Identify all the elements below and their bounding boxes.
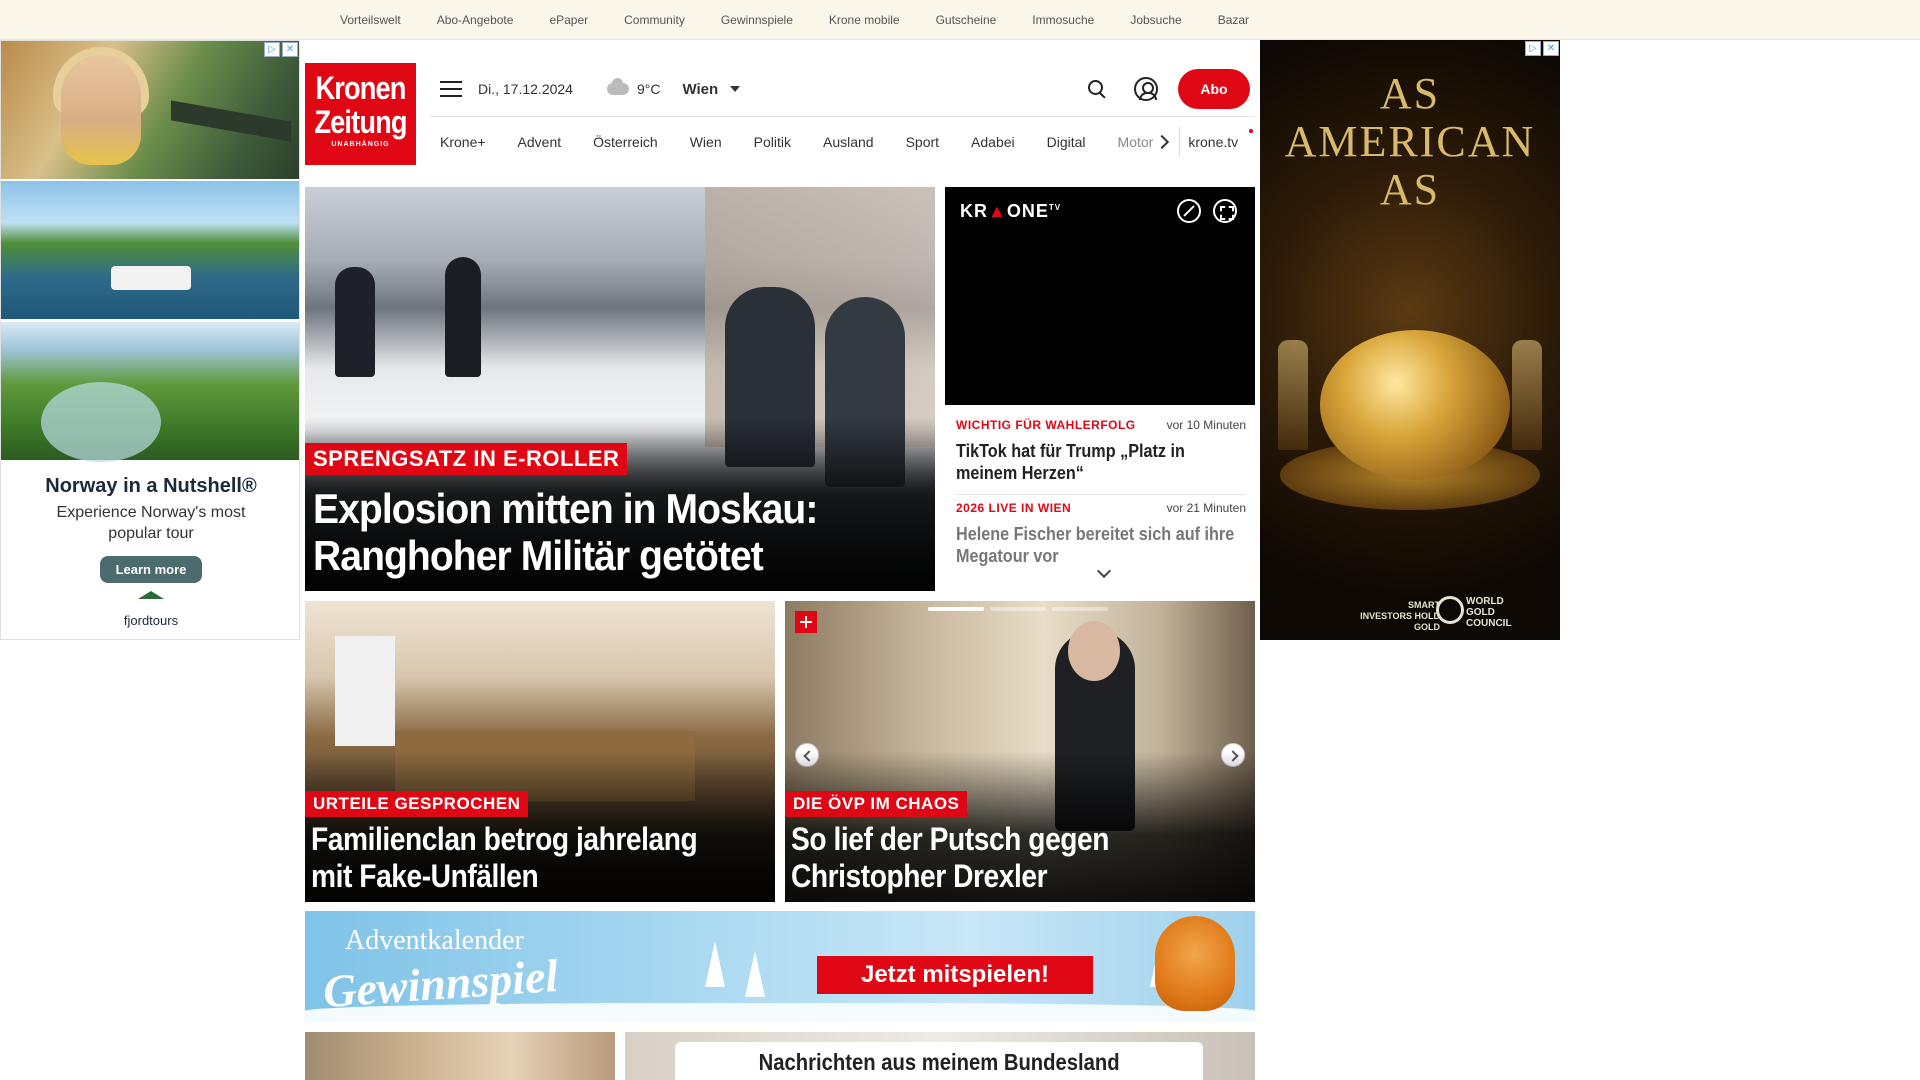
right-advertisement[interactable]: ▷ ✕ AS AMERICAN AS SMART INVESTORS HOLD G…	[1260, 40, 1560, 640]
ad-photo-fjord-boat	[1, 181, 299, 319]
nav-item-ausland[interactable]: Ausland	[813, 134, 884, 150]
krone-logo[interactable]: Kronen Zeitung UNABHÄNGIG	[305, 63, 416, 165]
latest-news-list: WICHTIG FÜR WAHLERFOLG vor 10 Minuten Ti…	[956, 412, 1246, 579]
ad-tagline: SMART INVESTORS HOLD GOLD	[1360, 600, 1440, 632]
ad-brand: fjordtours	[123, 613, 179, 628]
chevron-right-icon[interactable]	[1155, 134, 1170, 149]
ad-text: Experience Norway's most popular tour	[56, 504, 246, 542]
nav-item-wien[interactable]: Wien	[680, 134, 732, 150]
teaser-carousel-card[interactable]: DIE ÖVP IM CHAOS So lief der Putsch gege…	[785, 601, 1255, 902]
lead-headline[interactable]: Explosion mitten in Moskau: Ranghoher Mi…	[313, 485, 880, 579]
bundesland-title: Nachrichten aus meinem Bundesland	[758, 1048, 1120, 1075]
abo-button[interactable]: Abo	[1178, 69, 1250, 109]
bundesland-section: Nachrichten aus meinem Bundesland	[305, 1032, 1255, 1080]
news-headline[interactable]: Helene Fischer bereitet sich auf ihre Me…	[956, 523, 1235, 567]
bundesland-header[interactable]: Nachrichten aus meinem Bundesland	[675, 1042, 1203, 1080]
utility-link-immosuche[interactable]: Immosuche	[1032, 13, 1094, 27]
krone-tv-logo: KR▲ONETV	[960, 201, 1062, 221]
ad-choices-icon[interactable]: ▷ ✕	[1525, 41, 1559, 56]
nav-item-politik[interactable]: Politik	[744, 134, 801, 150]
utility-link-bazar[interactable]: Bazar	[1218, 13, 1249, 27]
teaser-headline[interactable]: Familienclan betrog jahrelang mit Fake-U…	[311, 821, 716, 895]
teaser-kicker: DIE ÖVP IM CHAOS	[785, 791, 968, 817]
utility-link-jobsuche[interactable]: Jobsuche	[1130, 13, 1181, 27]
utility-links: Vorteilswelt Abo-Angebote ePaper Communi…	[340, 0, 1249, 40]
fjordtours-logo-icon	[138, 591, 164, 599]
krone-plus-icon	[795, 611, 817, 633]
lead-story[interactable]: SPRENGSATZ IN E-ROLLER Explosion mitten …	[305, 187, 935, 591]
main-navigation: Krone+ Advent Österreich Wien Politik Au…	[430, 116, 1255, 166]
news-time: vor 10 Minuten	[1166, 418, 1246, 432]
nav-item-motor[interactable]: Motor	[1108, 134, 1158, 150]
advent-banner[interactable]: Adventkalender Gewinnspiel Jetzt mitspie…	[305, 911, 1255, 1022]
utility-link-epaper[interactable]: ePaper	[549, 13, 588, 27]
utility-link-vorteilswelt[interactable]: Vorteilswelt	[340, 13, 401, 27]
teaser-card[interactable]: URTEILE GESPROCHEN Familienclan betrog j…	[305, 601, 775, 902]
world-gold-council-logo-icon	[1436, 596, 1464, 624]
city-selector[interactable]: Wien	[682, 81, 718, 98]
nav-item-oesterreich[interactable]: Österreich	[583, 134, 668, 150]
nav-item-sport[interactable]: Sport	[896, 134, 949, 150]
header-bar: Di., 17.12.2024 9°C Wien Abo	[440, 69, 1250, 109]
utility-link-abo-angebote[interactable]: Abo-Angebote	[437, 13, 514, 27]
nav-item-krone-tv[interactable]: krone.tv	[1188, 134, 1238, 150]
utility-link-gutscheine[interactable]: Gutscheine	[936, 13, 997, 27]
news-headline[interactable]: TikTok hat für Trump „Platz in meinem He…	[956, 440, 1235, 484]
ad-photo-valley-railway	[1, 322, 299, 462]
politicians-photo[interactable]	[305, 1032, 615, 1080]
krone-tv-player[interactable]: KR▲ONETV	[945, 187, 1255, 405]
nav-item-krone-plus[interactable]: Krone+	[430, 134, 496, 150]
ad-learn-more-button[interactable]: Learn more	[99, 556, 203, 583]
ad-golden-turkey-image	[1320, 330, 1510, 480]
ad-copy: Norway in a Nutshell® Experience Norway'…	[1, 461, 299, 628]
chevron-down-icon[interactable]	[730, 86, 741, 92]
mute-icon[interactable]	[1177, 199, 1201, 223]
news-item[interactable]: 2026 LIVE IN WIEN vor 21 Minuten Helene …	[956, 495, 1246, 577]
nav-item-digital[interactable]: Digital	[1037, 134, 1096, 150]
cloud-icon	[606, 78, 629, 95]
top-utility-bar: Vorteilswelt Abo-Angebote ePaper Communi…	[0, 0, 1920, 40]
temperature: 9°C	[636, 81, 661, 97]
live-indicator	[1249, 129, 1253, 133]
lead-kicker: SPRENGSATZ IN E-ROLLER	[305, 443, 628, 475]
news-item[interactable]: WICHTIG FÜR WAHLERFOLG vor 10 Minuten Ti…	[956, 412, 1246, 495]
utility-link-gewinnspiele[interactable]: Gewinnspiele	[721, 13, 793, 27]
advent-cta-button[interactable]: Jetzt mitspielen!	[817, 956, 1093, 994]
carousel-indicator	[928, 607, 1108, 611]
account-icon[interactable]	[1134, 77, 1158, 101]
ad-photo-train-woman	[1, 41, 299, 179]
utility-link-community[interactable]: Community	[624, 13, 685, 27]
ad-title: Norway in a Nutshell®	[45, 475, 257, 497]
ad-brand: WORLD GOLD COUNCIL	[1466, 596, 1512, 629]
menu-icon[interactable]	[440, 81, 462, 97]
fullscreen-icon[interactable]	[1213, 199, 1237, 223]
fox-mascot-image	[1155, 916, 1235, 1011]
teaser-headline[interactable]: So lief der Putsch gegen Christopher Dre…	[791, 821, 1196, 895]
nav-item-advent[interactable]: Advent	[508, 134, 572, 150]
ad-choices-icon[interactable]: ▷ ✕	[264, 42, 298, 57]
teaser-kicker: URTEILE GESPROCHEN	[305, 791, 529, 817]
news-time: vor 21 Minuten	[1166, 501, 1246, 515]
left-advertisement[interactable]: ▷ ✕ Norway in a Nutshell® Experience Norw…	[0, 40, 300, 640]
utility-link-krone-mobile[interactable]: Krone mobile	[829, 13, 900, 27]
nav-item-adabei[interactable]: Adabei	[961, 134, 1025, 150]
current-date: Di., 17.12.2024	[478, 81, 573, 97]
search-icon[interactable]	[1086, 78, 1108, 100]
ad-headline: AS AMERICAN AS	[1284, 69, 1536, 214]
